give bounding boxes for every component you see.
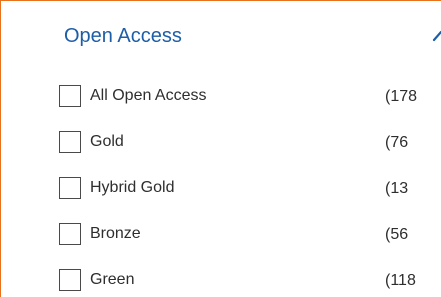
option-label[interactable]: Green (90, 269, 134, 291)
chevron-up-icon[interactable] (431, 26, 441, 46)
option-count: (56 (385, 226, 409, 243)
filter-header[interactable]: Open Access (1, 1, 441, 73)
option-count: (76 (385, 134, 409, 151)
option-label[interactable]: Bronze (90, 223, 141, 245)
option-label[interactable]: Hybrid Gold (90, 177, 174, 199)
open-access-filter-panel: Open Access All Open Access (178 Gold (7… (0, 0, 441, 297)
option-label[interactable]: All Open Access (90, 85, 207, 107)
checkbox-gold[interactable] (59, 131, 81, 153)
option-count: (178 (385, 88, 418, 105)
filter-option-gold[interactable]: Gold (76 (1, 127, 441, 157)
checkbox-green[interactable] (59, 269, 81, 291)
option-count: (118 (385, 272, 416, 289)
filter-title: Open Access (64, 25, 182, 47)
option-count: (13 (385, 180, 409, 197)
filter-option-green[interactable]: Green (118 (1, 265, 441, 295)
filter-option-all-open-access[interactable]: All Open Access (178 (1, 81, 441, 111)
filter-option-hybrid-gold[interactable]: Hybrid Gold (13 (1, 173, 441, 203)
filter-option-bronze[interactable]: Bronze (56 (1, 219, 441, 249)
checkbox-all-open-access[interactable] (59, 85, 81, 107)
checkbox-hybrid-gold[interactable] (59, 177, 81, 199)
option-label[interactable]: Gold (90, 131, 124, 153)
checkbox-bronze[interactable] (59, 223, 81, 245)
